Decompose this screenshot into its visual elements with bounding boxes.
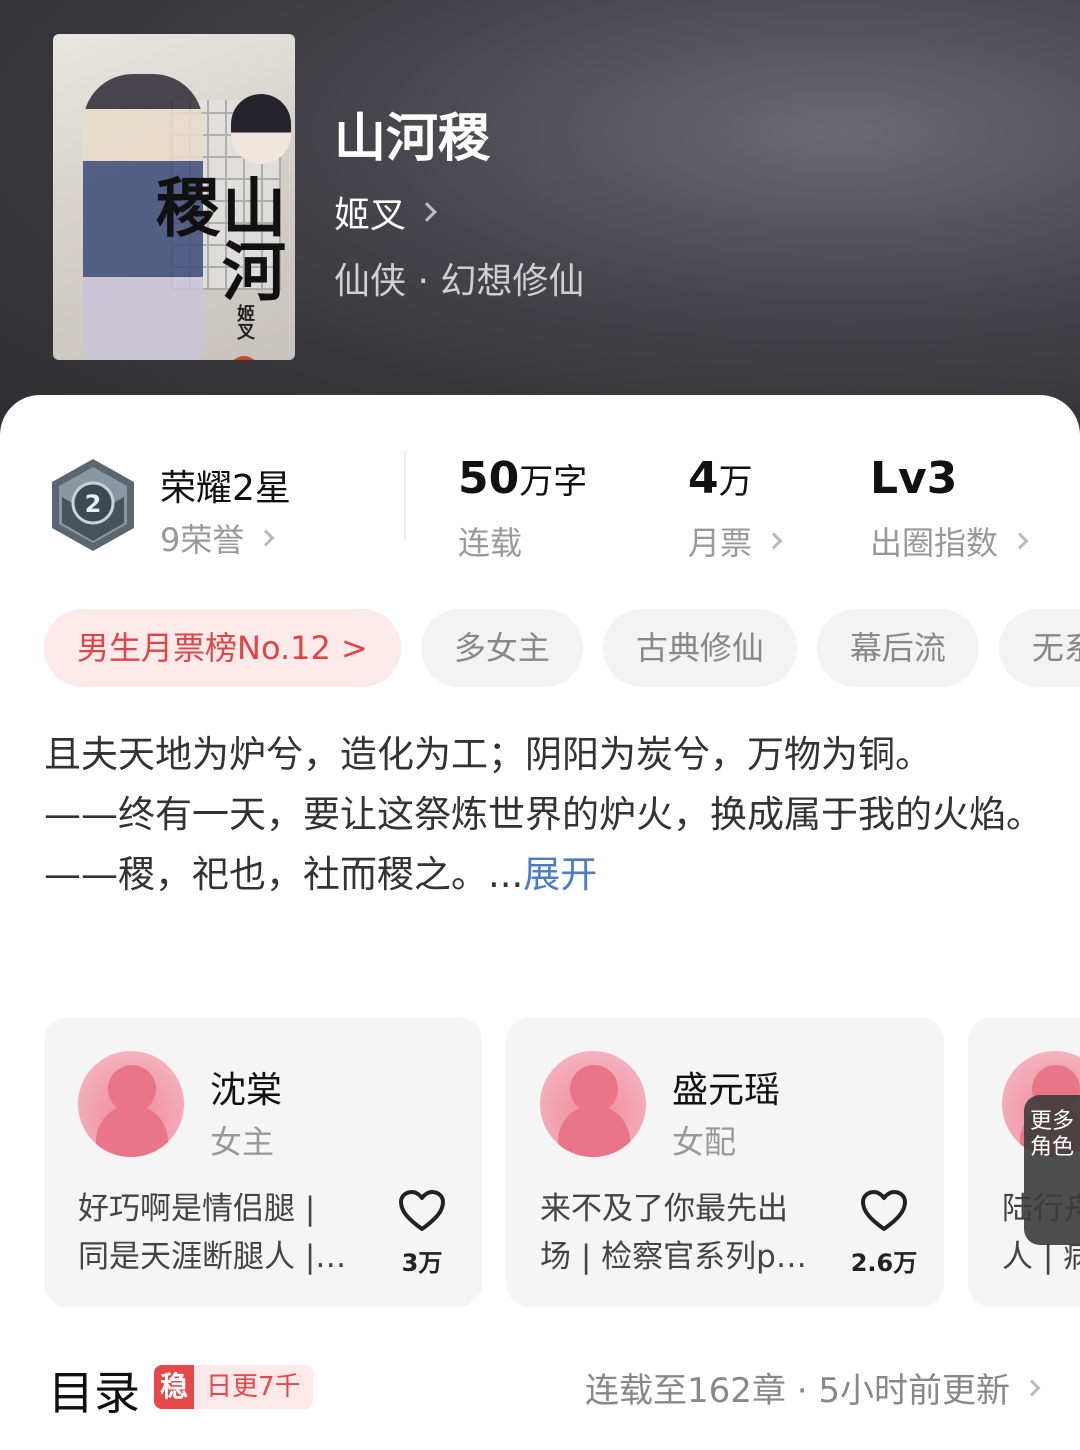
- author-link[interactable]: 姬叉: [334, 186, 437, 238]
- tickets-unit: 万: [718, 462, 753, 502]
- character-desc-line: 来不及了你最先出: [540, 1191, 788, 1227]
- book-detail-card: 2 荣耀2星 9荣誉 50万字 连载 4万 月票 Lv3 出圈指数 男生月票榜N…: [0, 395, 1080, 1450]
- description-line: ——终有一天，要让这祭炼世界的炉火，换成属于我的火焰。: [44, 793, 1043, 836]
- update-badge: 稳 日更7千: [154, 1365, 313, 1409]
- character-desc: 好巧啊是情侣腿 | 同是天涯断腿人 |…: [78, 1185, 368, 1281]
- book-description[interactable]: 且夫天地为炉兮，造化为工；阴阳为炭兮，万物为铜。 ——终有一天，要让这祭炼世界的…: [44, 725, 1044, 905]
- character-role: 女配: [672, 1123, 737, 1161]
- toc-status[interactable]: 连载至162章 · 5小时前更新: [585, 1363, 1041, 1412]
- honor-count-label: 9荣誉: [160, 521, 245, 559]
- index-value: Lv3: [870, 453, 958, 504]
- chevron-right-icon: [257, 529, 275, 547]
- steady-update-icon: 稳: [154, 1365, 194, 1409]
- character-avatar: [540, 1051, 646, 1157]
- chevron-right-icon: [1023, 1379, 1041, 1396]
- honor-badge-icon[interactable]: 2: [48, 457, 138, 553]
- chevron-right-icon: [417, 202, 437, 222]
- cover-author: 姬叉: [234, 304, 255, 340]
- tag-rank[interactable]: 男生月票榜No.12 >: [44, 609, 401, 687]
- character-name: 沈棠: [210, 1070, 283, 1111]
- honor-count[interactable]: 9荣誉: [160, 515, 275, 561]
- stat-index[interactable]: Lv3 出圈指数: [870, 453, 1029, 564]
- cover-figure-art-small: [231, 94, 291, 164]
- toc-title: 目录: [48, 1366, 140, 1420]
- book-genre: 仙侠 · 幻想修仙: [334, 261, 585, 302]
- description-line: 且夫天地为炉兮，造化为工；阴阳为炭兮，万物为铜。: [44, 733, 932, 776]
- index-label: 出圈指数: [870, 524, 999, 562]
- words-unit: 万字: [519, 462, 588, 502]
- character-avatar: [78, 1051, 184, 1157]
- update-badge-text: 日更7千: [194, 1365, 313, 1409]
- table-of-contents-row[interactable]: 目录 稳 日更7千 连载至162章 · 5小时前更新: [48, 1357, 1041, 1420]
- words-label: 连载: [458, 524, 523, 562]
- character-carousel[interactable]: 沈棠 女主 好巧啊是情侣腿 | 同是天涯断腿人 |… 3万 盛元瑶 女配 来不及…: [44, 1017, 1080, 1309]
- stats-divider: [404, 450, 406, 540]
- character-desc-line: 好巧啊是情侣腿 |: [78, 1191, 316, 1227]
- tickets-number: 4: [688, 453, 719, 504]
- character-card[interactable]: 盛元瑶 女配 来不及了你最先出 场 | 检察官系列p… 2.6万: [506, 1017, 944, 1307]
- character-card[interactable]: 沈棠 女主 好巧啊是情侣腿 | 同是天涯断腿人 |… 3万: [44, 1017, 482, 1307]
- words-number: 50: [458, 453, 520, 504]
- book-cover[interactable]: 山河稷 姬叉 著: [53, 34, 295, 360]
- character-role: 女主: [210, 1123, 275, 1161]
- chevron-right-icon: [1011, 532, 1029, 550]
- heart-icon[interactable]: [860, 1189, 908, 1233]
- like-count: 2.6万: [850, 1249, 918, 1277]
- more-roles-button[interactable]: 更多角色: [1024, 1095, 1080, 1245]
- character-desc-line: 同是天涯断腿人 |…: [78, 1239, 347, 1275]
- chevron-right-icon: [765, 532, 783, 550]
- book-title: 山河稷: [334, 108, 491, 169]
- stats-row: 2 荣耀2星 9荣誉 50万字 连载 4万 月票 Lv3 出圈指数: [0, 445, 1080, 565]
- stat-monthly-tickets[interactable]: 4万 月票: [688, 453, 783, 564]
- author-name: 姬叉: [334, 195, 407, 236]
- tag-item[interactable]: 古典修仙: [602, 609, 797, 687]
- stat-words: 50万字 连载: [458, 453, 587, 564]
- description-line: ——稷，祀也，社而稷之。...: [44, 853, 524, 896]
- book-header: 山河稷 姬叉 著 山河稷 姬叉 仙侠 · 幻想修仙: [0, 0, 1080, 440]
- svg-text:2: 2: [85, 490, 102, 518]
- character-desc-line: 场 | 检察官系列p…: [540, 1239, 807, 1275]
- tickets-label: 月票: [688, 524, 753, 562]
- tag-item[interactable]: 幕后流: [816, 609, 979, 687]
- tag-item[interactable]: 多女主: [420, 609, 583, 687]
- expand-link[interactable]: 展开: [523, 853, 597, 896]
- heart-icon[interactable]: [398, 1189, 446, 1233]
- like-count: 3万: [401, 1249, 443, 1277]
- tag-list: 男生月票榜No.12 >多女主古典修仙幕后流无系统: [44, 609, 1080, 687]
- toc-status-text: 连载至162章 · 5小时前更新: [585, 1371, 1010, 1411]
- tag-item[interactable]: 无系统: [998, 609, 1080, 687]
- character-desc: 来不及了你最先出 场 | 检察官系列p…: [540, 1185, 830, 1281]
- character-name: 盛元瑶: [672, 1070, 781, 1111]
- honor-title[interactable]: 荣耀2星: [160, 459, 291, 511]
